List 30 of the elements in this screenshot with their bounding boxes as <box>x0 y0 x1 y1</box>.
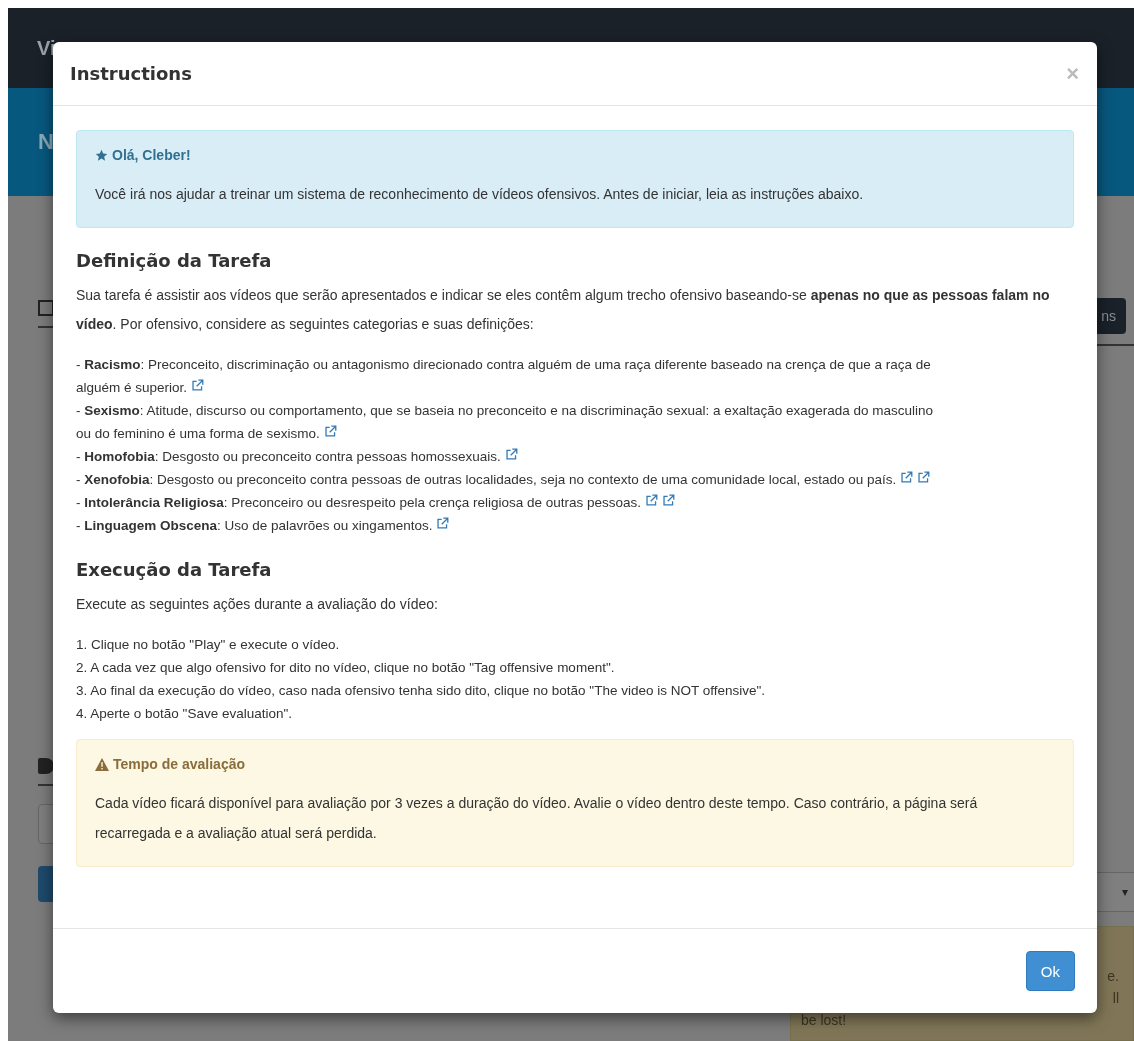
alert-text: ll <box>1112 989 1120 1008</box>
alert-text: Você irá nos ajudar a treinar um sistema de reconhecimento de vídeos ofensivos. Antes de iniciar, leia as instruções abaixo. <box>95 185 865 204</box>
star-icon <box>95 148 108 162</box>
alert-title: Olá, Cleber! <box>112 147 191 163</box>
close-button[interactable]: × <box>1066 60 1079 87</box>
page-title: N <box>38 129 54 155</box>
category-definition: - Xenofobia: Desgosto ou preconceito contra pessoas de outras localidades, seja no contexto de uma comunidade local, estado ou país. <box>76 471 897 489</box>
step-text: 2. A cada vez que algo ofensivo for dito no vídeo, clique no botão "Tag offensive moment". <box>76 659 616 677</box>
alert-title: Tempo de avaliação <box>113 756 245 772</box>
alert-text: be lost! <box>801 1011 847 1030</box>
intro-paragraph: Sua tarefa é assistir aos vídeos que serão apresentados e indicar se eles contêm algum trecho ofensivo baseando-se apenas no que as pessoas falam no vídeo. Por ofensivo, considere as seguintes categorias e suas definições: <box>76 286 1051 334</box>
category-definition: - Sexismo: Atitude, discurso ou comportamento, que se baseia no preconceito e na discriminação sexual: a exaltação exagerada do masculino <box>76 402 933 420</box>
dialog-title: Instructions <box>70 63 192 84</box>
intro-paragraph: Execute as seguintes ações durante a avaliação do vídeo: <box>76 595 439 614</box>
category-definition: - Racismo: Preconceito, discriminação ou antagonismo direcionado contra alguém de uma raça diferente baseado na crença de que a raça de <box>76 356 931 374</box>
category-definition: alguém é superior. <box>76 379 188 397</box>
caret-icon: ▾ <box>1122 885 1128 899</box>
warning-icon <box>95 757 109 771</box>
category-definition: - Linguagem Obscena: Uso de palavrões ou xingamentos. <box>76 517 433 535</box>
category-definition: - Homofobia: Desgosto ou preconceito contra pessoas homossexuais. <box>76 448 501 466</box>
section-heading: Definição da Tarefa <box>76 250 273 271</box>
ok-button[interactable]: Ok <box>1025 951 1075 991</box>
alert-text: Cada vídeo ficará disponível para avaliação por 3 vezes a duração do vídeo. Avalie o vídeo dentro deste tempo. Caso contrário, a página será recarregada e a avaliação atual será perdida. <box>95 794 979 843</box>
category-definition: ou do feminino é uma forma de sexismo. <box>76 425 320 443</box>
category-definition: - Intolerância Religiosa: Preconceiro ou desrespeito pela crença religiosa de outras pessoas. <box>76 494 642 512</box>
step-text: 3. Ao final da execução do vídeo, caso nada ofensivo tenha sido dito, clique no botão "The video is NOT offensive". <box>76 682 767 700</box>
step-text: 4. Aperte o botão "Save evaluation". <box>76 705 293 723</box>
section-heading: Execução da Tarefa <box>76 559 273 580</box>
step-text: 1. Clique no botão "Play" e execute o vídeo. <box>76 636 341 654</box>
alert-text: e. <box>1107 967 1120 986</box>
